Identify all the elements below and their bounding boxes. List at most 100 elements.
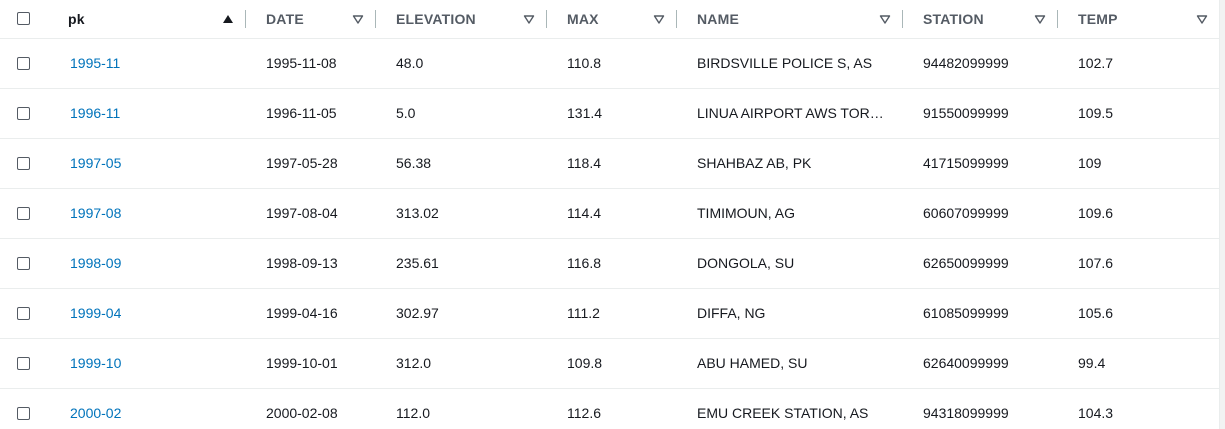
cell-temp: 107.6 xyxy=(1058,238,1220,289)
cell-station: 41715099999 xyxy=(903,138,1058,189)
cell-pk: 1999-10 xyxy=(48,338,246,389)
cell-elevation: 56.38 xyxy=(376,138,547,189)
sort-descending-outline-icon[interactable] xyxy=(879,13,891,25)
cell-name: DIFFA, NG xyxy=(677,288,903,339)
table-row: 1999-04 1999-04-16 302.97 111.2 DIFFA, NG 610… xyxy=(0,288,1220,339)
cell-pk: 1997-05 xyxy=(48,138,246,189)
column-header-label: ELEVATION xyxy=(396,10,476,27)
table-header: pk DATE ELEVATION MAX NAME STATION TEMP xyxy=(0,0,1220,39)
sort-descending-outline-icon[interactable] xyxy=(1034,13,1046,25)
cell-elevation: 5.0 xyxy=(376,88,547,139)
cell-max: 110.8 xyxy=(547,38,677,89)
table-row: 1997-08 1997-08-04 313.02 114.4 TIMIMOUN, AG… xyxy=(0,188,1220,239)
pk-link[interactable]: 1998-09 xyxy=(70,255,121,271)
column-header-pk[interactable]: pk xyxy=(48,0,246,39)
cell-temp: 109 xyxy=(1058,138,1220,189)
cell-elevation: 112.0 xyxy=(376,388,547,429)
row-select-cell xyxy=(0,288,48,339)
column-header-label: DATE xyxy=(266,10,304,27)
row-select-cell xyxy=(0,138,48,189)
cell-station: 94482099999 xyxy=(903,38,1058,89)
row-select-cell xyxy=(0,88,48,139)
table-row: 1999-10 1999-10-01 312.0 109.8 ABU HAMED, SU… xyxy=(0,338,1220,389)
cell-temp: 109.5 xyxy=(1058,88,1220,139)
pk-link[interactable]: 1999-10 xyxy=(70,355,121,371)
table-body: 1995-11 1995-11-08 48.0 110.8 BIRDSVILLE POL… xyxy=(0,38,1220,429)
pk-link[interactable]: 1997-08 xyxy=(70,205,121,221)
row-select-cell xyxy=(0,238,48,289)
cell-name: EMU CREEK STATION, AS xyxy=(677,388,903,429)
cell-temp: 105.6 xyxy=(1058,288,1220,339)
column-header-name[interactable]: NAME xyxy=(677,0,903,39)
select-all-cell xyxy=(0,0,48,39)
cell-pk: 1998-09 xyxy=(48,238,246,289)
cell-station: 61085099999 xyxy=(903,288,1058,339)
data-table: pk DATE ELEVATION MAX NAME STATION TEMP 1995-1… xyxy=(0,0,1220,429)
cell-pk: 1997-08 xyxy=(48,188,246,239)
cell-name: LINUA AIRPORT AWS TOR… xyxy=(677,88,903,139)
pk-link[interactable]: 1995-11 xyxy=(70,55,120,71)
pk-link[interactable]: 1999-04 xyxy=(70,305,121,321)
pk-link[interactable]: 2000-02 xyxy=(70,405,121,421)
cell-date: 1997-08-04 xyxy=(246,188,376,239)
row-select-checkbox[interactable] xyxy=(17,56,30,70)
table-row: 2000-02 2000-02-08 112.0 112.6 EMU CREEK STA… xyxy=(0,388,1220,429)
sort-descending-outline-icon[interactable] xyxy=(352,13,364,25)
scrollbar[interactable] xyxy=(1219,0,1225,429)
row-select-cell xyxy=(0,338,48,389)
column-header-station[interactable]: STATION xyxy=(903,0,1058,39)
column-header-elevation[interactable]: ELEVATION xyxy=(376,0,547,39)
cell-name: SHAHBAZ AB, PK xyxy=(677,138,903,189)
row-select-checkbox[interactable] xyxy=(17,156,30,170)
row-select-checkbox[interactable] xyxy=(17,106,30,120)
column-header-max[interactable]: MAX xyxy=(547,0,677,39)
cell-name: TIMIMOUN, AG xyxy=(677,188,903,239)
cell-elevation: 235.61 xyxy=(376,238,547,289)
cell-date: 1996-11-05 xyxy=(246,88,376,139)
cell-pk: 1999-04 xyxy=(48,288,246,339)
table-row: 1998-09 1998-09-13 235.61 116.8 DONGOLA, SU 6… xyxy=(0,238,1220,289)
cell-temp: 109.6 xyxy=(1058,188,1220,239)
cell-date: 1995-11-08 xyxy=(246,38,376,89)
row-select-checkbox[interactable] xyxy=(17,306,30,320)
sort-ascending-icon[interactable] xyxy=(222,13,234,25)
data-table-container: pk DATE ELEVATION MAX NAME STATION TEMP 1995-1… xyxy=(0,0,1225,429)
cell-name: BIRDSVILLE POLICE S, AS xyxy=(677,38,903,89)
sort-descending-outline-icon[interactable] xyxy=(1196,13,1208,25)
cell-station: 62650099999 xyxy=(903,238,1058,289)
cell-name: DONGOLA, SU xyxy=(677,238,903,289)
pk-link[interactable]: 1997-05 xyxy=(70,155,121,171)
column-header-date[interactable]: DATE xyxy=(246,0,376,39)
cell-station: 62640099999 xyxy=(903,338,1058,389)
cell-station: 60607099999 xyxy=(903,188,1058,239)
sort-descending-outline-icon[interactable] xyxy=(523,13,535,25)
column-header-label: pk xyxy=(68,10,85,27)
cell-station: 91550099999 xyxy=(903,88,1058,139)
column-header-temp[interactable]: TEMP xyxy=(1058,0,1220,39)
cell-elevation: 313.02 xyxy=(376,188,547,239)
row-select-cell xyxy=(0,188,48,239)
table-row: 1995-11 1995-11-08 48.0 110.8 BIRDSVILLE POL… xyxy=(0,38,1220,89)
cell-date: 1999-10-01 xyxy=(246,338,376,389)
cell-max: 112.6 xyxy=(547,388,677,429)
pk-link[interactable]: 1996-11 xyxy=(70,105,120,121)
table-row: 1996-11 1996-11-05 5.0 131.4 LINUA AIRPORT A… xyxy=(0,88,1220,139)
column-header-label: TEMP xyxy=(1078,10,1118,27)
row-select-checkbox[interactable] xyxy=(17,406,30,420)
row-select-checkbox[interactable] xyxy=(17,206,30,220)
column-header-label: STATION xyxy=(923,10,984,27)
cell-date: 1998-09-13 xyxy=(246,238,376,289)
cell-name: ABU HAMED, SU xyxy=(677,338,903,389)
row-select-checkbox[interactable] xyxy=(17,356,30,370)
row-select-cell xyxy=(0,388,48,429)
select-all-checkbox[interactable] xyxy=(17,12,30,26)
cell-temp: 99.4 xyxy=(1058,338,1220,389)
cell-temp: 102.7 xyxy=(1058,38,1220,89)
cell-max: 109.8 xyxy=(547,338,677,389)
cell-pk: 2000-02 xyxy=(48,388,246,429)
sort-descending-outline-icon[interactable] xyxy=(653,13,665,25)
cell-max: 114.4 xyxy=(547,188,677,239)
cell-date: 1999-04-16 xyxy=(246,288,376,339)
cell-station: 94318099999 xyxy=(903,388,1058,429)
row-select-checkbox[interactable] xyxy=(17,256,30,270)
